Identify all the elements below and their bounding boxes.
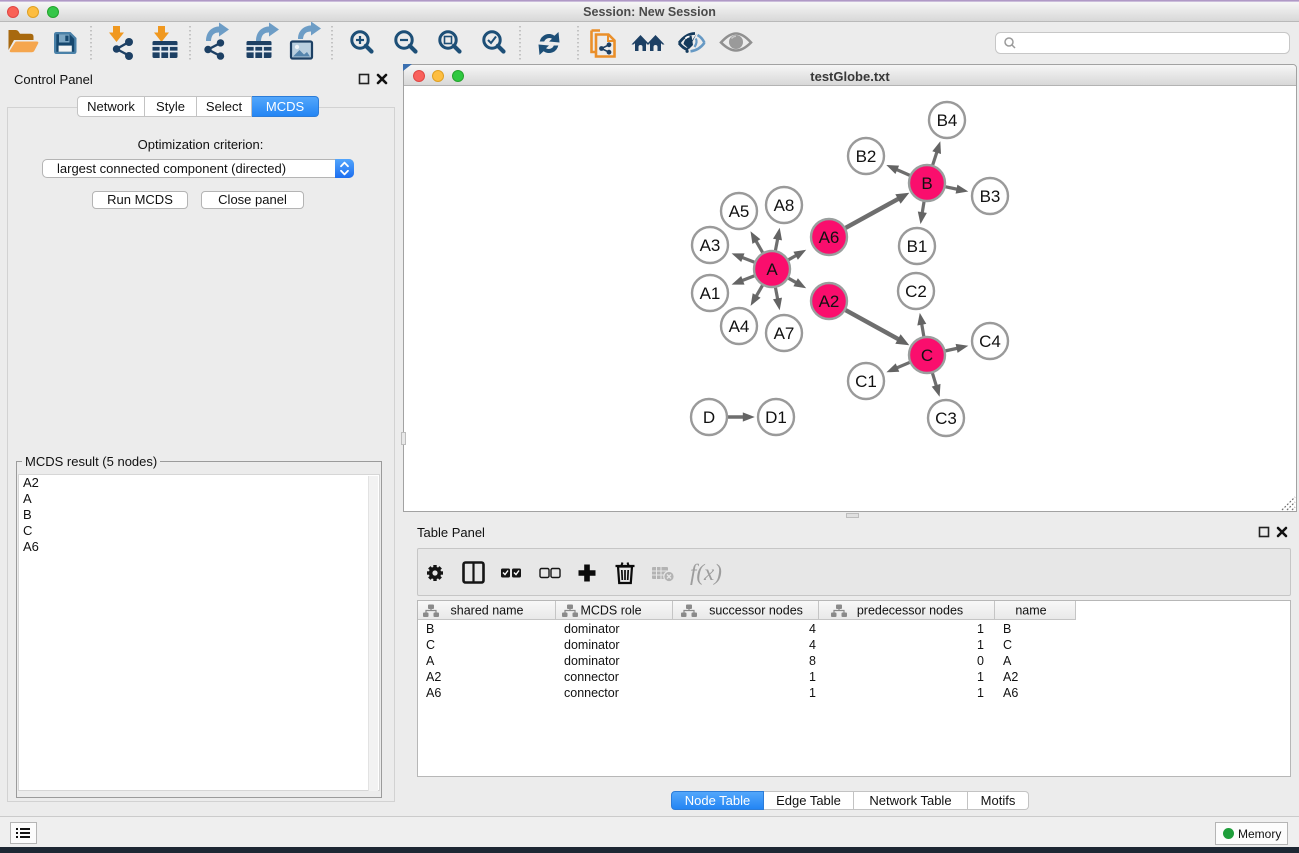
svg-text:A5: A5: [729, 202, 750, 221]
svg-text:C1: C1: [855, 372, 877, 391]
svg-text:predecessor nodes: predecessor nodes: [857, 604, 963, 618]
svg-text:C4: C4: [979, 332, 1001, 351]
svg-text:B2: B2: [856, 147, 877, 166]
svg-text:A2: A2: [819, 292, 840, 311]
svg-text:B4: B4: [937, 111, 958, 130]
svg-text:B3: B3: [980, 187, 1001, 206]
svg-text:shared name: shared name: [451, 604, 524, 618]
svg-text:A3: A3: [700, 236, 721, 255]
svg-text:f(x): f(x): [690, 560, 722, 585]
svg-text:B: B: [921, 174, 932, 193]
svg-text:MCDS role: MCDS role: [580, 604, 641, 618]
svg-text:A1: A1: [700, 284, 721, 303]
svg-text:A4: A4: [729, 317, 750, 336]
svg-text:D1: D1: [765, 408, 787, 427]
svg-text:D: D: [703, 408, 715, 427]
svg-text:C2: C2: [905, 282, 927, 301]
svg-text:B1: B1: [907, 237, 928, 256]
svg-text:A8: A8: [774, 196, 795, 215]
svg-text:C: C: [921, 346, 933, 365]
svg-text:A: A: [766, 260, 778, 279]
svg-text:A6: A6: [819, 228, 840, 247]
svg-text:name: name: [1015, 604, 1046, 618]
svg-text:A7: A7: [774, 324, 795, 343]
svg-text:successor nodes: successor nodes: [709, 604, 803, 618]
svg-text:C3: C3: [935, 409, 957, 428]
